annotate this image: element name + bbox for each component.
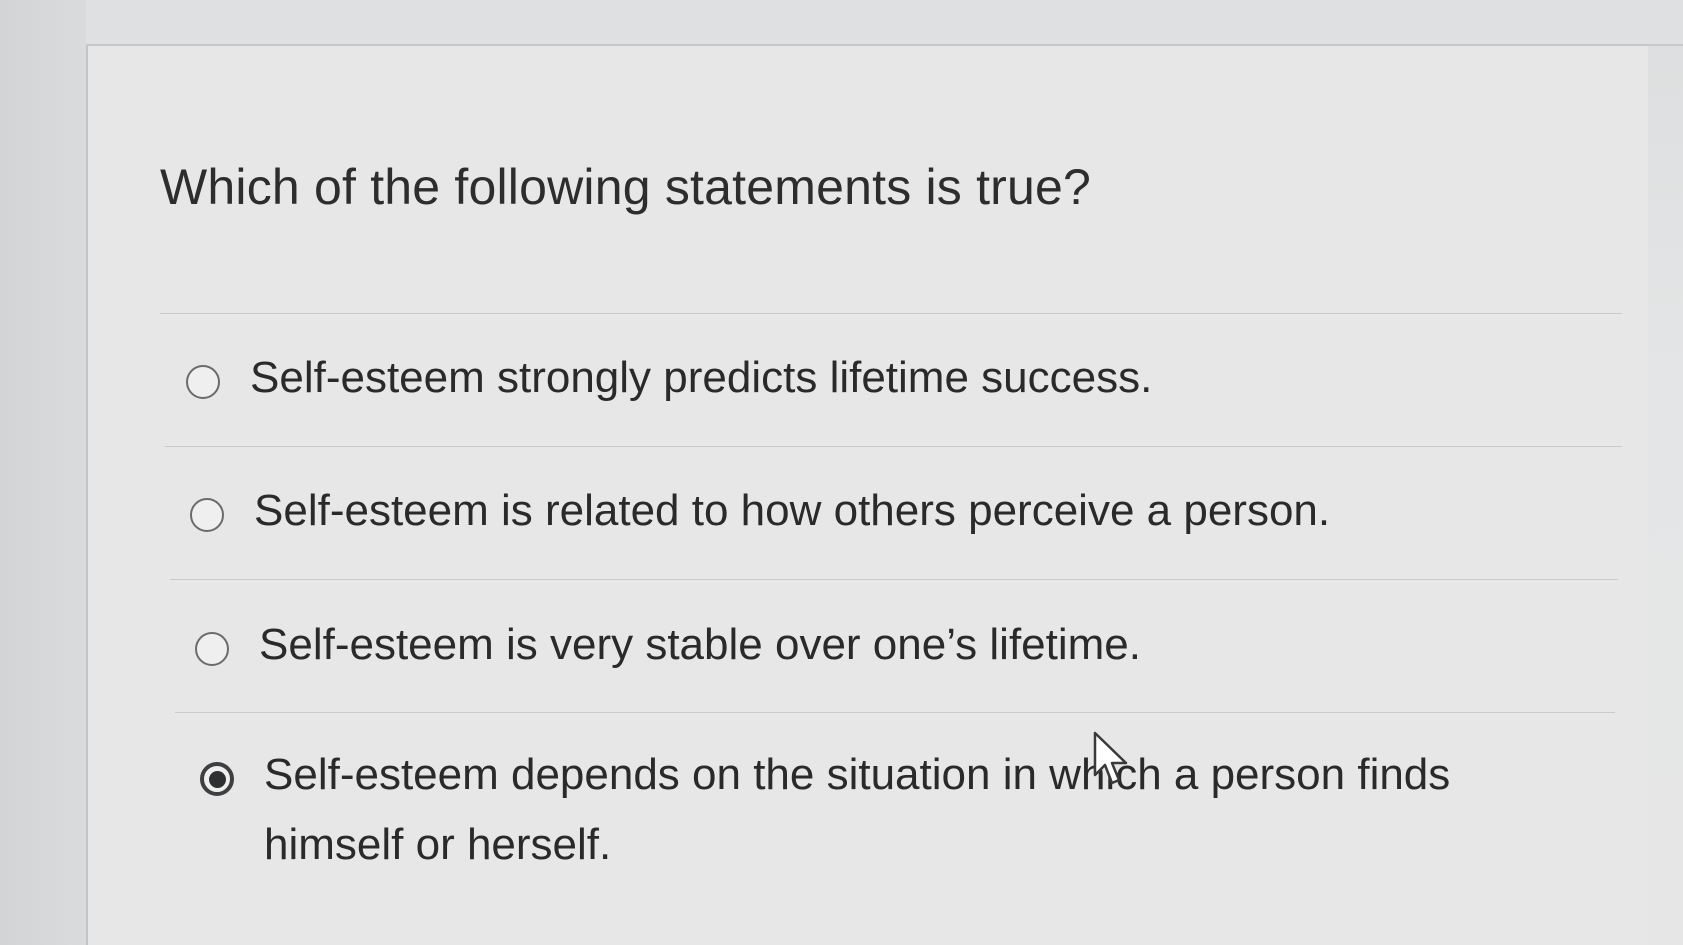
option-3-label: Self-esteem is very stable over one’s li… (259, 620, 1141, 669)
mouse-pointer-icon (1093, 731, 1128, 785)
option-1[interactable]: Self-esteem strongly predicts lifetime s… (186, 353, 1566, 413)
divider (175, 712, 1615, 713)
option-4[interactable]: Self-esteem depends on the situation in … (200, 750, 1540, 880)
radio-checked-icon[interactable] (200, 762, 234, 796)
radio-unchecked-icon[interactable] (186, 365, 220, 399)
question-title: Which of the following statements is tru… (160, 159, 1092, 215)
option-1-label: Self-esteem strongly predicts lifetime s… (250, 353, 1153, 402)
divider (160, 313, 1622, 314)
option-4-label: Self-esteem depends on the situation in … (264, 750, 1451, 869)
screen: Which of the following statements is tru… (0, 0, 1683, 945)
option-3[interactable]: Self-esteem is very stable over one’s li… (195, 620, 1575, 680)
radio-unchecked-icon[interactable] (195, 632, 229, 666)
option-2[interactable]: Self-esteem is related to how others per… (190, 486, 1570, 546)
left-gutter (0, 0, 88, 945)
divider (170, 579, 1618, 580)
radio-unchecked-icon[interactable] (190, 498, 224, 532)
divider (165, 446, 1622, 447)
top-strip (86, 0, 1683, 46)
option-2-label: Self-esteem is related to how others per… (254, 486, 1331, 535)
